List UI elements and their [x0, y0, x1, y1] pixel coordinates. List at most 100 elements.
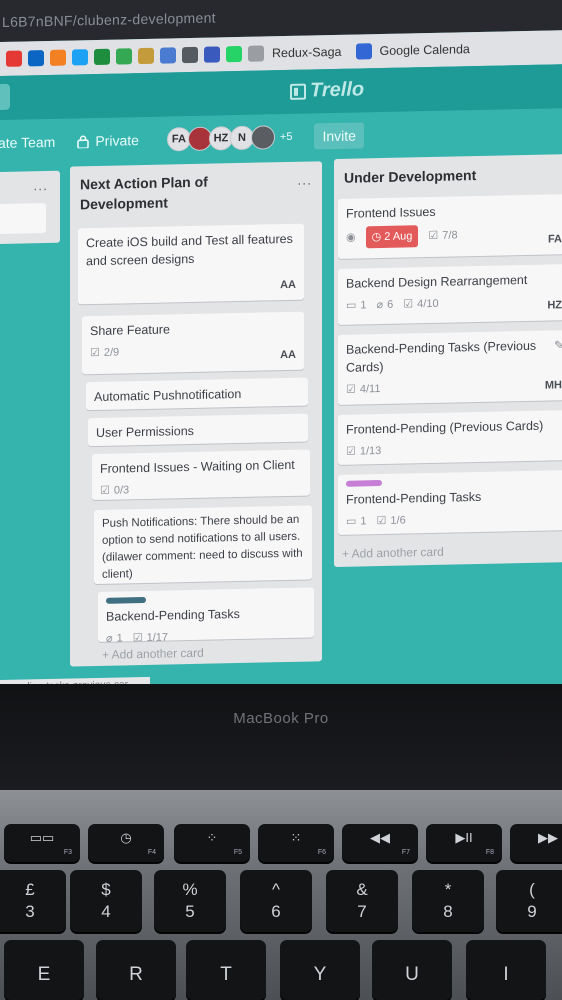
redux-icon[interactable] — [248, 45, 264, 62]
member-initials: AA — [280, 348, 296, 362]
whatsapp-icon[interactable] — [226, 45, 242, 63]
twitter-icon[interactable] — [72, 49, 88, 66]
card[interactable]: Frontend-Pending (Previous Cards) ☑ 1/13 — [338, 410, 562, 465]
avatar[interactable] — [250, 125, 275, 150]
card[interactable]: User Permissions — [88, 413, 308, 447]
function-key[interactable]: ⁙ F6 — [258, 824, 334, 862]
letter-key[interactable]: R — [96, 940, 176, 1000]
sheets-plus-icon[interactable] — [94, 48, 110, 66]
function-key[interactable]: ▶II F8 — [426, 824, 502, 862]
checklist-icon: ☑ — [376, 514, 387, 528]
key-letter: Y — [313, 964, 327, 985]
key-letter: E — [37, 964, 51, 985]
list-menu-button[interactable]: ... — [33, 177, 48, 193]
function-key[interactable]: ◀◀ F7 — [342, 824, 418, 862]
function-key[interactable]: ▶▶ — [510, 824, 562, 862]
visibility-button[interactable]: Private — [77, 132, 139, 149]
card[interactable]: Push Notifications: There should be an o… — [94, 505, 312, 585]
tv-icon[interactable] — [182, 46, 198, 64]
attachment-count: 1 — [116, 632, 123, 645]
card[interactable]: Backend-Pending Tasks ⌀ 1 ☑ 1/17 — [98, 587, 314, 645]
due-date: 2 Aug — [384, 230, 413, 243]
number-key[interactable]: * 8 — [412, 870, 484, 932]
stack-icon[interactable] — [50, 49, 66, 66]
card[interactable]: Frontend Issues - Waiting on Client ☑ 0/… — [92, 449, 310, 501]
card[interactable]: Automatic Pushnotification — [86, 377, 308, 411]
bookmark-label[interactable]: Redux-Saga — [272, 45, 342, 60]
number-key[interactable]: $4 — [70, 870, 142, 932]
list-under-development: Under Development Frontend Issues ◉ ◷ 2 … — [334, 154, 562, 568]
list-item[interactable] — [0, 203, 46, 235]
add-card-button[interactable]: + Add another card — [102, 646, 204, 662]
key-shift-symbol: & — [356, 880, 368, 899]
due-date-badge: ◷ 2 Aug — [365, 225, 419, 249]
letter-key[interactable]: T — [186, 940, 266, 1000]
checklist-count: 4/10 — [417, 297, 439, 311]
card-label — [346, 479, 382, 487]
visibility-label: Private — [95, 132, 139, 150]
key-shift-symbol: * — [444, 880, 452, 899]
card[interactable]: Share Feature ☑ 2/9 AA — [82, 311, 304, 375]
card-title: Automatic Pushnotification — [94, 386, 242, 405]
letter-key[interactable]: I — [466, 940, 546, 1000]
key-shift-symbol: ^ — [272, 880, 280, 899]
card-badges: ☑ 2/9 — [90, 340, 296, 362]
trello-logo[interactable]: Trello — [290, 78, 364, 103]
linkedin-icon[interactable] — [28, 50, 44, 67]
google-calendar-icon[interactable] — [355, 43, 372, 60]
list-title[interactable]: Under Development — [344, 165, 476, 188]
url-text: L6B7nBNF/clubenz-development — [2, 9, 216, 30]
invite-button[interactable]: Invite — [314, 122, 364, 150]
list-title[interactable]: Next Action Plan of Development — [80, 170, 280, 214]
number-key[interactable]: % 5 — [154, 870, 226, 932]
letter-key[interactable]: E — [4, 940, 84, 1000]
card-title: Frontend Issues - Waiting on Client — [100, 457, 295, 476]
card-badges: ▭ 1 ☑ 1/6 — [346, 508, 562, 531]
card[interactable]: Frontend-Pending Tasks ▭ 1 ☑ 1/6 — [338, 470, 562, 535]
folder-icon[interactable] — [138, 47, 154, 65]
number-key[interactable]: £3 — [0, 870, 66, 932]
checklist-icon: ☑ — [132, 632, 143, 645]
list-next-action: Next Action Plan of Development ... Crea… — [70, 161, 322, 667]
letter-key[interactable]: Y — [280, 940, 360, 1000]
back-button[interactable] — [0, 83, 10, 110]
number-key[interactable]: & 7 — [326, 870, 398, 932]
function-key-symbol: ⁘ — [206, 830, 218, 845]
team-button[interactable]: ate Team — [0, 134, 55, 151]
card[interactable]: Create iOS build and Test all features a… — [78, 223, 304, 305]
card[interactable]: Backend Design Rearrangement ▭ 1 ⌀ 6 ☑ 4… — [338, 264, 562, 325]
function-key[interactable]: ◷ F4 — [88, 824, 164, 862]
attachment-count: 6 — [387, 298, 394, 311]
checklist-count: 2/9 — [103, 346, 120, 359]
checklist-icon: ☑ — [346, 383, 356, 396]
card[interactable]: Frontend Issues ◉ ◷ 2 Aug ☑ 7/8 FA — [338, 194, 562, 259]
key-number: 5 — [185, 902, 195, 921]
function-key-symbol: ▶▶ — [538, 830, 558, 845]
bookmark-label[interactable]: Google Calenda — [380, 42, 470, 58]
function-key[interactable]: ▭▭ F3 — [4, 824, 80, 862]
globe-icon[interactable] — [160, 47, 176, 64]
youtube-icon[interactable] — [6, 50, 22, 67]
edit-pencil-icon[interactable]: ✎ — [554, 336, 562, 354]
key-number: 3 — [25, 902, 35, 921]
number-key[interactable]: (9 — [496, 870, 562, 932]
doc-icon[interactable] — [116, 48, 132, 65]
key-number: 4 — [101, 902, 111, 921]
calendar-icon[interactable] — [204, 46, 220, 63]
card-title: Create iOS build and Test all features a… — [86, 231, 293, 269]
more-members-count[interactable]: +5 — [280, 131, 293, 143]
letter-key[interactable]: U — [372, 940, 452, 1000]
function-key-symbol: ◷ — [120, 830, 132, 845]
member-initials: AA — [280, 278, 296, 292]
function-key-label: F4 — [147, 849, 156, 856]
function-key[interactable]: ⁘ F5 — [174, 824, 250, 862]
function-key-symbol: ◀◀ — [370, 830, 390, 845]
function-key-label: F7 — [401, 849, 410, 856]
card-badges: ☑ 1/13 — [346, 438, 562, 461]
card[interactable]: Backend-Pending Tasks (Previous Cards) ✎… — [338, 330, 562, 405]
add-card-button[interactable]: + Add another card — [342, 545, 444, 561]
photo-stage: L6B7nBNF/clubenz-development Redux-Saga G… — [0, 0, 562, 1000]
number-key[interactable]: ^ 6 — [240, 870, 312, 932]
list-menu-button[interactable]: ... — [297, 171, 312, 187]
key-letter: T — [220, 964, 232, 985]
